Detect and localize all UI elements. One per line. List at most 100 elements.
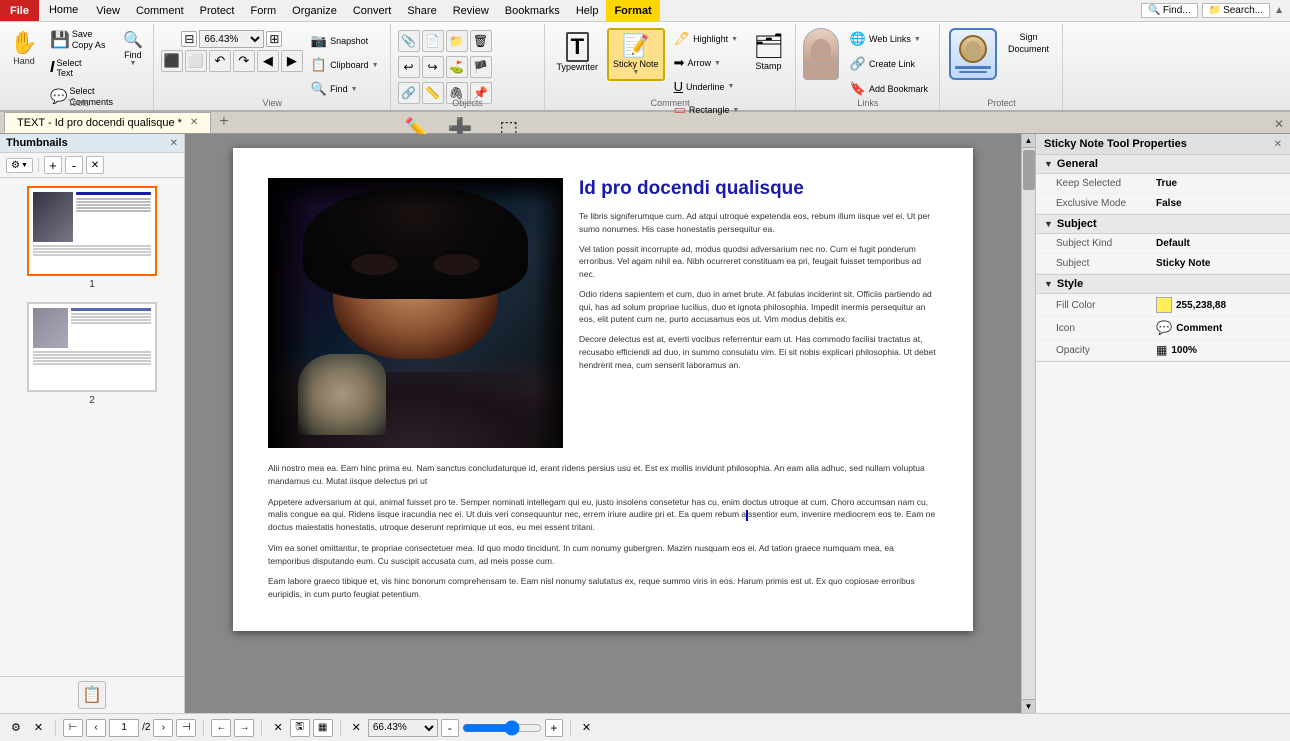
obj-icon-1[interactable]: 📎 bbox=[398, 30, 420, 52]
highlight-btn[interactable]: 🖊 Highlight ▼ bbox=[669, 28, 745, 50]
thumbs-settings-btn[interactable]: ⚙ ▼ bbox=[6, 158, 33, 173]
status-final-btn[interactable]: ✕ bbox=[578, 719, 595, 736]
snapshot-btn[interactable]: 📷 Snapshot bbox=[306, 30, 384, 52]
thumbnails-close-btn[interactable]: ✕ bbox=[170, 138, 178, 149]
fit-width-btn[interactable]: ⬜ bbox=[185, 50, 207, 72]
zoom-status-select[interactable]: 66.43% 50% 75% 100% bbox=[368, 719, 438, 737]
props-close-btn[interactable]: ✕ bbox=[1274, 139, 1282, 150]
ribbon-group-tools: ✋ Hand 💾 Save Copy As I Select bbox=[4, 24, 154, 110]
article-para-4: Decore delectus est at, everti vocibus r… bbox=[579, 333, 938, 371]
menu-format[interactable]: Format bbox=[606, 0, 659, 21]
obj-icon-6[interactable]: ↪ bbox=[422, 56, 444, 78]
subject-arrow-icon: ▼ bbox=[1044, 219, 1053, 229]
add-tab-btn[interactable]: + bbox=[211, 111, 236, 133]
thumbnail-page-1[interactable]: 1 bbox=[27, 186, 157, 290]
status-opt3-btn[interactable]: ✕ bbox=[348, 719, 365, 736]
zoom-status-plus-btn[interactable]: + bbox=[545, 719, 563, 737]
menu-bookmarks[interactable]: Bookmarks bbox=[497, 0, 568, 21]
stamp-btn[interactable]: 🗂 Stamp bbox=[748, 28, 788, 75]
menu-convert[interactable]: Convert bbox=[345, 0, 400, 21]
thumbnail-page-2[interactable]: 2 bbox=[27, 302, 157, 406]
menu-form[interactable]: Form bbox=[243, 0, 285, 21]
panel-close-btn[interactable]: ✕ bbox=[1268, 115, 1290, 133]
menu-comment[interactable]: Comment bbox=[128, 0, 192, 21]
menu-share[interactable]: Share bbox=[399, 0, 444, 21]
copy-page-btn[interactable]: 📋 bbox=[78, 681, 106, 709]
find-toolbar-btn[interactable]: 🔍 Find... bbox=[1141, 3, 1197, 18]
tab-close-icon[interactable]: ✕ bbox=[190, 117, 198, 128]
prev-page-nav-btn[interactable]: ‹ bbox=[86, 719, 106, 737]
grid-view-btn[interactable]: ▦ bbox=[313, 719, 333, 737]
document-tab[interactable]: TEXT - Id pro docendi qualisque * ✕ bbox=[4, 112, 211, 133]
subject-value-label: Subject bbox=[1056, 258, 1156, 269]
status-options2-btn[interactable]: ✕ bbox=[269, 719, 286, 736]
obj-icon-7[interactable]: ⛳ bbox=[446, 56, 468, 78]
save-copy-as-btn[interactable]: 💾 Save Copy As bbox=[46, 26, 117, 54]
sign-document-btn[interactable]: Sign Document bbox=[1003, 28, 1054, 59]
status-settings-btn[interactable]: ⚙ bbox=[6, 718, 26, 737]
menu-home[interactable]: Home bbox=[39, 0, 88, 21]
page-layout-btn[interactable]: 🖫 bbox=[290, 719, 310, 737]
props-style-header[interactable]: ▼ Style bbox=[1036, 275, 1290, 294]
back-btn[interactable]: ← bbox=[211, 719, 231, 737]
clipboard-btn[interactable]: 📋 Clipboard ▼ bbox=[306, 54, 384, 76]
add-bookmark-btn[interactable]: 🔖 Add Bookmark bbox=[845, 78, 933, 100]
hand-btn[interactable]: ✋ Hand bbox=[4, 26, 44, 70]
sticky-note-btn[interactable]: 📝 Sticky Note ▼ bbox=[607, 28, 665, 81]
obj-icon-8[interactable]: 🏴 bbox=[470, 56, 492, 78]
find-ribbon-btn[interactable]: 🔍 Find ▼ bbox=[119, 26, 147, 71]
status-bar: ⚙ ✕ ⊢ ‹ /2 › ⊣ ← → ✕ 🖫 ▦ ✕ 66.43% 50% 75… bbox=[0, 713, 1290, 741]
props-subject-header[interactable]: ▼ Subject bbox=[1036, 215, 1290, 234]
rotate-btn[interactable]: ↶ bbox=[209, 50, 231, 72]
next-page-btn[interactable]: ▶ bbox=[281, 50, 303, 72]
zoom-select[interactable]: 66.43% 50% 75% 100% bbox=[199, 30, 264, 48]
obj-icon-4[interactable]: 🗑 bbox=[470, 30, 492, 52]
ribbon-group-view: ⊟ 66.43% 50% 75% 100% ⊞ ⬛ ⬜ ↶ ↷ bbox=[155, 24, 391, 110]
scroll-thumb[interactable] bbox=[1023, 150, 1035, 190]
thumb-zoom-in-btn[interactable]: + bbox=[44, 156, 62, 174]
thumb-options-btn[interactable]: ✕ bbox=[86, 156, 104, 174]
scroll-down-btn[interactable]: ▼ bbox=[1022, 699, 1036, 713]
search-toolbar-btn[interactable]: 📁 Search... bbox=[1202, 3, 1270, 18]
fit-view-btn[interactable]: ⬛ bbox=[161, 50, 183, 72]
zoom-slider[interactable] bbox=[462, 721, 542, 735]
obj-icon-2[interactable]: 📄 bbox=[422, 30, 444, 52]
obj-icon-5[interactable]: ↩ bbox=[398, 56, 420, 78]
keep-selected-value: True bbox=[1156, 178, 1177, 189]
next-page-nav-btn[interactable]: › bbox=[153, 719, 173, 737]
arrow-btn[interactable]: ➡ Arrow ▼ bbox=[669, 52, 745, 74]
file-menu-btn[interactable]: File bbox=[0, 0, 39, 21]
first-page-btn[interactable]: ⊢ bbox=[63, 719, 83, 737]
doc-vscrollbar[interactable]: ▲ ▼ bbox=[1021, 134, 1035, 713]
zoom-minus-btn[interactable]: ⊟ bbox=[181, 31, 197, 47]
menu-review[interactable]: Review bbox=[445, 0, 497, 21]
expand-btn[interactable]: ▲ bbox=[1274, 5, 1284, 16]
last-page-btn[interactable]: ⊣ bbox=[176, 719, 196, 737]
exclusive-mode-label: Exclusive Mode bbox=[1056, 198, 1156, 209]
menu-view[interactable]: View bbox=[88, 0, 128, 21]
menu-help[interactable]: Help bbox=[568, 0, 607, 21]
obj-icon-3[interactable]: 📁 bbox=[446, 30, 468, 52]
prev-page-btn[interactable]: ◀ bbox=[257, 50, 279, 72]
thumb-zoom-out-btn[interactable]: - bbox=[65, 156, 83, 174]
web-links-btn[interactable]: 🌐 Web Links ▼ bbox=[845, 28, 933, 50]
forward-btn[interactable]: → bbox=[234, 719, 254, 737]
rotate-cw-btn[interactable]: ↷ bbox=[233, 50, 255, 72]
fill-color-swatch[interactable] bbox=[1156, 297, 1172, 313]
page-number-input[interactable] bbox=[109, 719, 139, 737]
zoom-status-minus-btn[interactable]: - bbox=[441, 719, 459, 737]
typewriter-btn[interactable]: T Typewriter bbox=[552, 28, 604, 76]
properties-panel: Sticky Note Tool Properties ✕ ▼ General … bbox=[1035, 134, 1290, 713]
underline-btn[interactable]: U Underline ▼ bbox=[669, 76, 745, 97]
props-section-style: ▼ Style Fill Color 255,238,88 Icon 💬 Com… bbox=[1036, 275, 1290, 362]
props-general-header[interactable]: ▼ General bbox=[1036, 155, 1290, 174]
menu-organize[interactable]: Organize bbox=[284, 0, 345, 21]
select-text-btn[interactable]: I Select Text bbox=[46, 55, 117, 83]
keep-selected-label: Keep Selected bbox=[1056, 178, 1156, 189]
menu-protect[interactable]: Protect bbox=[192, 0, 243, 21]
find2-btn[interactable]: 🔍 Find ▼ bbox=[306, 78, 384, 100]
status-options-btn[interactable]: ✕ bbox=[29, 718, 48, 737]
create-link-btn[interactable]: 🔗 Create Link bbox=[845, 53, 933, 75]
scroll-up-btn[interactable]: ▲ bbox=[1022, 134, 1036, 148]
zoom-plus-btn[interactable]: ⊞ bbox=[266, 31, 282, 47]
